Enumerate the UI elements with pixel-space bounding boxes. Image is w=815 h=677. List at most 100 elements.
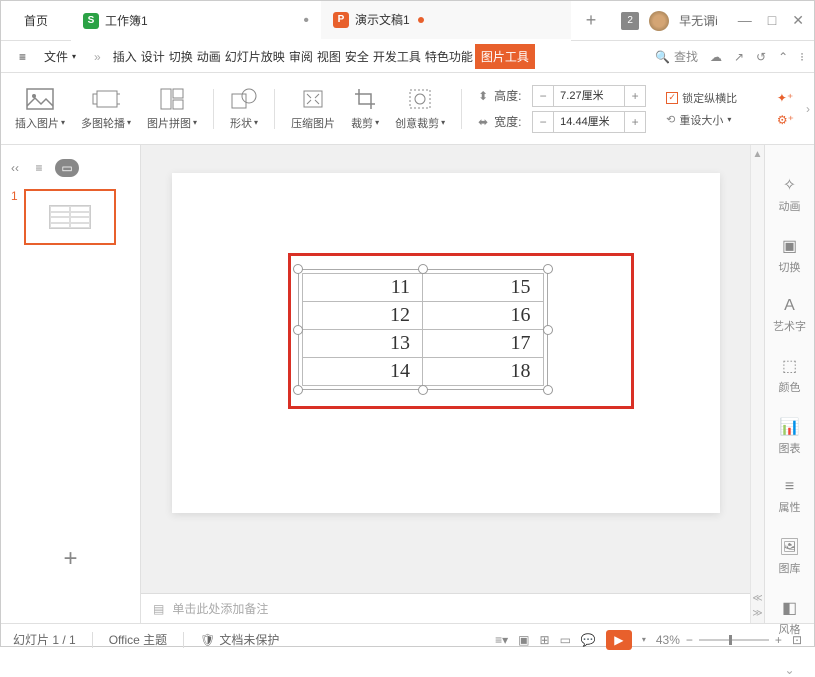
width-value[interactable]: 14.44厘米 <box>553 112 625 132</box>
menu-tab-transition[interactable]: 切换 <box>167 44 195 69</box>
fit-page-icon[interactable]: ⊡ <box>792 633 802 647</box>
menu-tab-design[interactable]: 设计 <box>139 44 167 69</box>
menu-tab-developer[interactable]: 开发工具 <box>371 44 423 69</box>
reading-view-icon[interactable]: ▭ <box>560 633 571 647</box>
panel-gallery[interactable]: 🖼图库 <box>779 537 801 576</box>
tab-workbook[interactable]: S 工作簿1 • <box>71 1 321 41</box>
ribbon-shape[interactable]: 形状▾ <box>230 87 258 131</box>
resize-handle[interactable] <box>543 264 553 274</box>
add-slide-button[interactable]: + <box>11 545 130 573</box>
resize-handle[interactable] <box>293 325 303 335</box>
ribbon-creative-crop[interactable]: 创意裁剪▾ <box>395 87 445 131</box>
resize-handle[interactable] <box>543 325 553 335</box>
width-decrease[interactable]: − <box>533 112 553 132</box>
comment-icon[interactable]: 💬 <box>581 633 596 647</box>
cell[interactable]: 12 <box>302 302 423 330</box>
minimize-button[interactable]: — <box>738 12 752 29</box>
tab-presentation[interactable]: P 演示文稿1 <box>321 1 571 41</box>
resize-handle[interactable] <box>418 385 428 395</box>
panel-property[interactable]: ≡属性 <box>779 478 801 515</box>
panel-wordart[interactable]: A艺术字 <box>773 297 806 334</box>
ribbon-expand-icon[interactable]: › <box>806 102 810 116</box>
slide-thumbnail-1[interactable]: 1 <box>11 189 130 245</box>
resize-handle[interactable] <box>418 264 428 274</box>
tab-workbook-close[interactable]: • <box>303 12 309 30</box>
table-object[interactable]: 1115 1216 1317 1418 <box>302 273 544 386</box>
close-button[interactable]: ✕ <box>792 12 804 29</box>
notes-bar[interactable]: ▤ 单击此处添加备注 <box>141 593 750 623</box>
slide-canvas[interactable]: 1115 1216 1317 1418 <box>172 173 720 513</box>
ribbon-gear-icon[interactable]: ⚙⁺ <box>777 113 794 127</box>
panel-color[interactable]: ⬚颜色 <box>779 356 801 395</box>
menu-tab-slideshow[interactable]: 幻灯片放映 <box>223 44 287 69</box>
history-icon[interactable]: ↺ <box>756 50 766 64</box>
ribbon-insert-image[interactable]: 插入图片▾ <box>15 87 65 131</box>
panel-transition[interactable]: ▣切换 <box>779 236 801 275</box>
cell[interactable]: 17 <box>423 330 544 358</box>
menu-hamburger[interactable]: ≡ <box>11 46 34 68</box>
vertical-scrollbar[interactable]: ▲ ≪ ≫ <box>750 145 764 623</box>
thumbnail-view-button[interactable]: ▭ <box>55 159 79 177</box>
share-icon[interactable]: ↗ <box>734 50 744 64</box>
width-increase[interactable]: + <box>625 112 645 132</box>
panel-chart[interactable]: 📊图表 <box>779 417 801 456</box>
panel-collapse-icon[interactable]: ‹‹ <box>11 161 19 175</box>
height-decrease[interactable]: − <box>533 86 553 106</box>
menu-tab-view[interactable]: 视图 <box>315 44 343 69</box>
menu-tab-animation[interactable]: 动画 <box>195 44 223 69</box>
search-button[interactable]: 🔍查找 <box>655 48 698 65</box>
ribbon-crop[interactable]: 裁剪▾ <box>351 87 379 131</box>
scroll-prev-icon[interactable]: ≪ <box>752 593 762 604</box>
maximize-button[interactable]: □ <box>768 12 776 29</box>
ribbon-image-collage[interactable]: 图片拼图▾ <box>147 87 197 131</box>
normal-view-icon[interactable]: ▣ <box>518 633 529 647</box>
panel-animation[interactable]: ✧动画 <box>779 175 801 214</box>
style-icon: ◧ <box>782 598 797 618</box>
scroll-up-icon[interactable]: ▲ <box>753 149 763 160</box>
scroll-next-icon[interactable]: ≫ <box>752 608 762 619</box>
play-dropdown-icon[interactable]: ▾ <box>642 635 646 644</box>
height-spinner[interactable]: − 7.27厘米 + <box>532 85 646 107</box>
menu-tab-features[interactable]: 特色功能 <box>423 44 475 69</box>
notes-toggle-icon[interactable]: ≡▾ <box>495 633 508 647</box>
lock-ratio-checkbox[interactable]: ✓ 锁定纵横比 <box>666 90 737 106</box>
ribbon-multi-carousel[interactable]: 多图轮播▾ <box>81 87 131 131</box>
zoom-out-button[interactable]: − <box>686 633 693 647</box>
panel-more-icon[interactable]: ⌄ <box>784 663 794 677</box>
sorter-view-icon[interactable]: ⊞ <box>540 633 550 647</box>
menu-tab-security[interactable]: 安全 <box>343 44 371 69</box>
height-increase[interactable]: + <box>625 86 645 106</box>
cell[interactable]: 13 <box>302 330 423 358</box>
user-avatar[interactable] <box>649 11 669 31</box>
new-tab-button[interactable]: + <box>571 10 611 31</box>
cell[interactable]: 11 <box>302 274 423 302</box>
cell[interactable]: 15 <box>423 274 544 302</box>
menu-tab-picture-tools[interactable]: 图片工具 <box>475 44 535 69</box>
protect-status[interactable]: 🛡 文档未保护 <box>200 631 279 648</box>
width-label: 宽度: <box>494 113 526 130</box>
shield-icon: 🛡 <box>200 633 215 647</box>
width-spinner[interactable]: − 14.44厘米 + <box>532 111 646 133</box>
zoom-slider[interactable] <box>699 639 769 641</box>
resize-handle[interactable] <box>293 385 303 395</box>
height-value[interactable]: 7.27厘米 <box>553 86 625 106</box>
ribbon-sparkle-icon[interactable]: ✦⁺ <box>777 91 794 105</box>
outline-view-button[interactable]: ≡ <box>27 159 51 177</box>
file-menu[interactable]: 文件▾ <box>36 44 84 69</box>
zoom-in-button[interactable]: + <box>775 633 782 647</box>
notification-badge[interactable]: 2 <box>621 12 639 30</box>
cell[interactable]: 18 <box>423 358 544 386</box>
cloud-icon[interactable]: ☁ <box>710 50 722 64</box>
more-icon[interactable]: ⁝ <box>800 50 804 64</box>
cell[interactable]: 14 <box>302 358 423 386</box>
resize-handle[interactable] <box>543 385 553 395</box>
menu-more[interactable]: » <box>86 46 109 68</box>
collapse-ribbon-icon[interactable]: ⌃ <box>778 50 788 64</box>
reset-size-button[interactable]: ⟲ 重设大小▾ <box>666 112 737 128</box>
menu-tab-insert[interactable]: 插入 <box>111 44 139 69</box>
menu-tab-review[interactable]: 审阅 <box>287 44 315 69</box>
cell[interactable]: 16 <box>423 302 544 330</box>
resize-handle[interactable] <box>293 264 303 274</box>
ribbon-compress[interactable]: 压缩图片 <box>291 87 335 131</box>
tab-home[interactable]: 首页 <box>1 1 71 41</box>
